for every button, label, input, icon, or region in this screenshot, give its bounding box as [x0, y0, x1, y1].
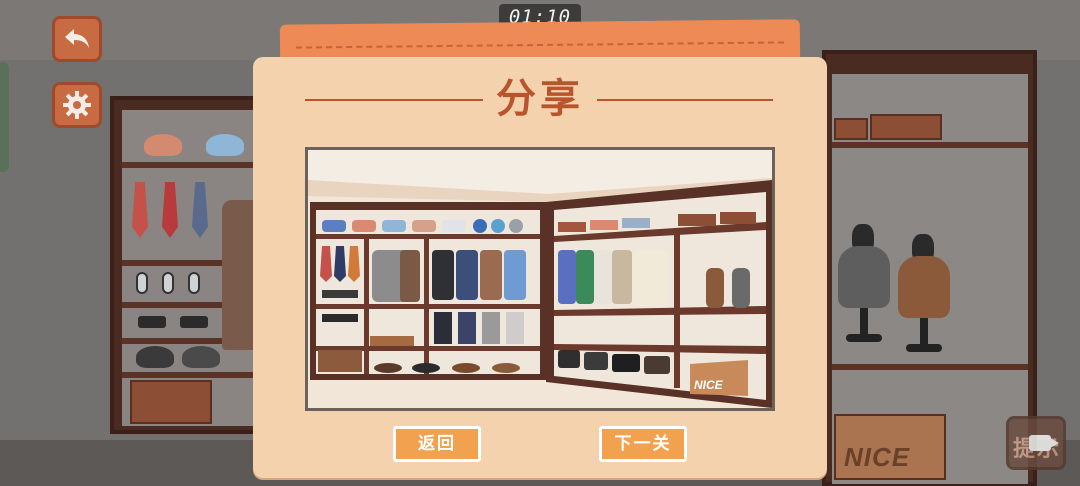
next-level-button[interactable]: 下一关 — [599, 426, 687, 462]
settings-button[interactable] — [52, 82, 102, 128]
watch — [136, 272, 148, 294]
shoe-box: NICE — [834, 414, 946, 480]
video-icon — [1029, 435, 1059, 451]
tie — [162, 182, 178, 238]
hat — [182, 346, 220, 368]
shoe-box-brand: NICE — [844, 442, 911, 472]
mannequin — [838, 224, 890, 344]
tie — [132, 182, 148, 238]
shelf — [122, 372, 262, 378]
side-drawer-tab[interactable] — [0, 62, 9, 172]
back-dialog-button[interactable]: 返回 — [393, 426, 481, 462]
folded-shirt — [144, 134, 182, 156]
belt — [138, 316, 166, 328]
shelf — [832, 364, 1028, 370]
right-wardrobe-inner: NICE — [832, 74, 1028, 484]
hat — [136, 346, 174, 368]
share-preview-image: NICE — [305, 147, 775, 411]
watch — [188, 272, 200, 294]
back-button[interactable] — [52, 16, 102, 62]
share-dialog: 分享 NICE 返回 下一关 — [253, 57, 827, 478]
mannequin — [898, 234, 950, 354]
storage-box — [834, 118, 868, 140]
storage-box — [130, 380, 212, 424]
right-wardrobe: NICE — [822, 50, 1037, 486]
shelf — [832, 142, 1028, 148]
storage-box — [870, 114, 942, 140]
back-arrow-icon — [65, 29, 89, 48]
watch — [162, 272, 174, 294]
left-wardrobe-inner — [122, 110, 262, 426]
preview-box-brand: NICE — [694, 378, 723, 392]
gear-icon — [63, 91, 91, 119]
shelf — [122, 162, 262, 168]
folded-shirt — [206, 134, 244, 156]
wardrobe-preview-illustration — [308, 150, 772, 408]
dialog-title: 分享 — [496, 76, 584, 122]
left-wardrobe — [110, 96, 270, 434]
hint-button[interactable]: 提示 — [1006, 416, 1066, 470]
tie — [192, 182, 208, 238]
belt — [180, 316, 208, 328]
dialog-tab-stitching — [296, 41, 784, 49]
